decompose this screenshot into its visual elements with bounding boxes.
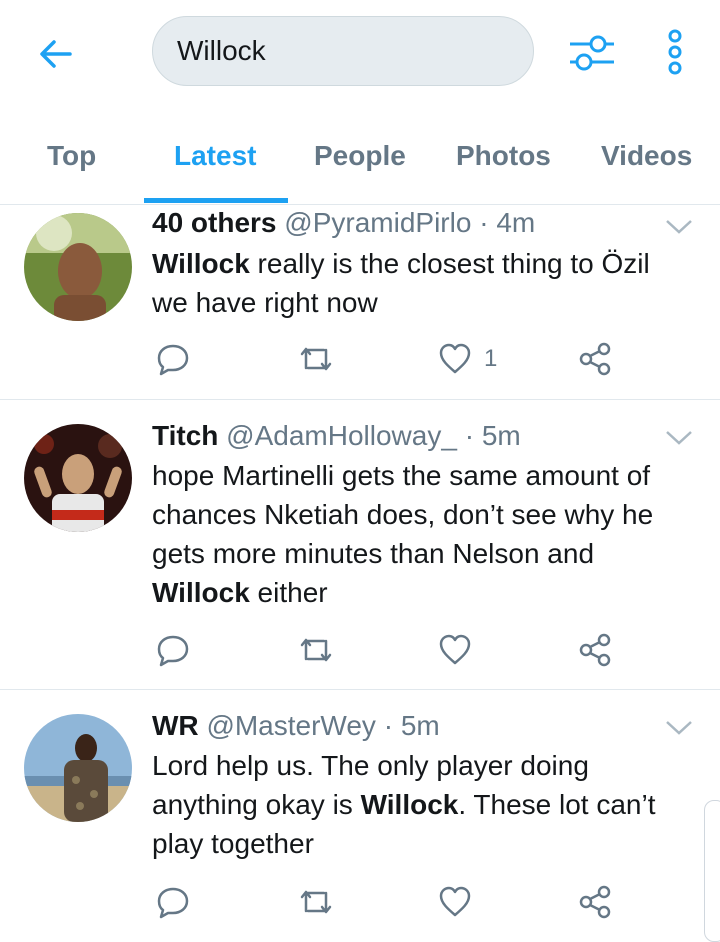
like-button[interactable]: 1 — [438, 339, 497, 379]
highlighted-term: Willock — [360, 789, 459, 820]
tab-videos[interactable]: Videos — [601, 140, 692, 172]
highlighted-term: Willock — [152, 577, 250, 608]
avatar[interactable] — [24, 714, 132, 822]
avatar[interactable] — [24, 424, 132, 532]
tweet-time: 5m — [400, 710, 440, 741]
tweet[interactable]: Titch @AdamHolloway_ · 5m hope Martinell… — [0, 400, 720, 690]
user-handle[interactable]: @MasterWey — [206, 710, 376, 741]
like-heart-icon — [439, 343, 471, 374]
tweet[interactable]: 40 others @PyramidPirlo · 4m Willock rea… — [0, 205, 720, 400]
tweet-text: Lord help us. The only player doing anyt… — [152, 746, 692, 863]
retweet-icon[interactable] — [298, 339, 334, 379]
like-button[interactable] — [438, 882, 472, 922]
tweet-text-part: hope Martinelli gets the same amount of … — [152, 460, 654, 569]
separator-dot: · — [479, 207, 489, 238]
tab-latest[interactable]: Latest — [174, 140, 256, 172]
more-vertical-icon[interactable] — [660, 26, 690, 78]
filter-sliders-icon[interactable] — [568, 30, 616, 74]
caret-down-icon[interactable] — [664, 217, 694, 237]
tweet-text: Willock really is the closest thing to Ö… — [152, 244, 692, 322]
tweet-text-part: either — [249, 577, 328, 608]
avatar[interactable] — [24, 213, 132, 321]
separator-dot: · — [464, 420, 475, 451]
tab-people[interactable]: People — [314, 140, 406, 172]
back-arrow-icon[interactable] — [36, 34, 76, 74]
user-handle[interactable]: @PyramidPirlo — [284, 207, 471, 238]
search-tabs: Top Latest People Photos Videos — [0, 110, 720, 205]
user-handle[interactable]: @AdamHolloway_ — [226, 420, 457, 451]
reply-icon[interactable] — [156, 630, 190, 670]
separator-dot: · — [383, 710, 394, 741]
display-name[interactable]: Titch — [152, 420, 218, 451]
highlighted-term: Willock — [152, 248, 250, 279]
tweet-text: hope Martinelli gets the same amount of … — [152, 456, 692, 612]
active-tab-indicator — [144, 198, 288, 203]
reply-icon[interactable] — [156, 339, 190, 379]
tweet-header: 40 others @PyramidPirlo · 4m — [152, 207, 535, 239]
like-heart-icon — [439, 634, 471, 665]
caret-down-icon[interactable] — [664, 428, 694, 448]
search-query-text: Willock — [177, 35, 266, 66]
caret-down-icon[interactable] — [664, 718, 694, 738]
share-icon[interactable] — [578, 339, 612, 379]
tweet-header: WR @MasterWey · 5m — [152, 710, 440, 742]
tweet-time: 5m — [481, 420, 521, 451]
display-name[interactable]: WR — [152, 710, 199, 741]
tab-top[interactable]: Top — [47, 140, 96, 172]
tweet[interactable]: WR @MasterWey · 5m Lord help us. The onl… — [0, 690, 720, 934]
tweet-time: 4m — [496, 207, 536, 238]
edge-panel-handle[interactable] — [704, 800, 720, 942]
reply-icon[interactable] — [156, 882, 190, 922]
like-button[interactable] — [438, 630, 472, 670]
retweet-icon[interactable] — [298, 882, 334, 922]
search-input[interactable]: Willock — [152, 16, 534, 86]
like-count: 1 — [484, 345, 498, 372]
like-heart-icon — [439, 886, 471, 917]
tab-photos[interactable]: Photos — [456, 140, 551, 172]
display-name[interactable]: 40 others — [152, 207, 277, 238]
share-icon[interactable] — [578, 630, 612, 670]
retweet-icon[interactable] — [298, 630, 334, 670]
share-icon[interactable] — [578, 882, 612, 922]
tweet-header: Titch @AdamHolloway_ · 5m — [152, 420, 521, 452]
top-bar: Willock — [0, 0, 720, 110]
